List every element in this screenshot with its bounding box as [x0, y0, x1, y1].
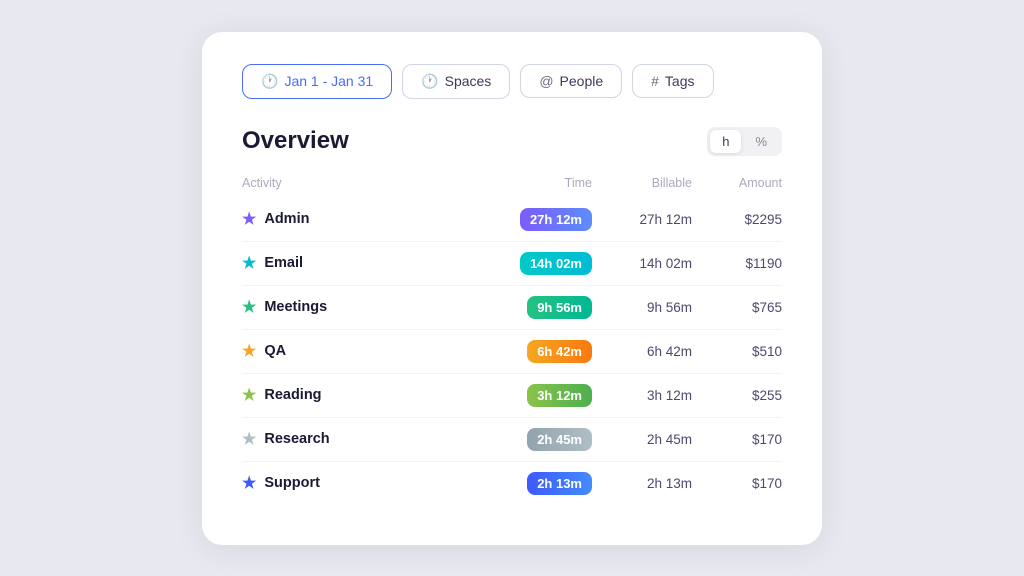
time-badge: 27h 12m: [520, 208, 592, 231]
time-badge-cell: 9h 56m: [472, 296, 592, 319]
star-icon: ★: [242, 385, 256, 405]
billable-cell: 27h 12m: [592, 212, 692, 227]
activity-cell: ★ Support: [242, 473, 472, 493]
table-row: ★ Reading 3h 12m 3h 12m $255: [242, 374, 782, 418]
billable-cell: 14h 02m: [592, 256, 692, 271]
table-row: ★ QA 6h 42m 6h 42m $510: [242, 330, 782, 374]
time-badge: 14h 02m: [520, 252, 592, 275]
star-icon: ★: [242, 209, 256, 229]
time-badge-cell: 3h 12m: [472, 384, 592, 407]
table-row: ★ Research 2h 45m 2h 45m $170: [242, 418, 782, 462]
activity-name: Research: [264, 431, 329, 447]
amount-cell: $765: [692, 300, 782, 315]
activity-name: QA: [264, 343, 286, 359]
billable-cell: 6h 42m: [592, 344, 692, 359]
filter-tags-button[interactable]: # Tags: [632, 64, 713, 98]
table-row: ★ Admin 27h 12m 27h 12m $2295: [242, 198, 782, 242]
time-badge-cell: 2h 13m: [472, 472, 592, 495]
col-billable: Billable: [592, 176, 692, 190]
table-row: ★ Email 14h 02m 14h 02m $1190: [242, 242, 782, 286]
activity-cell: ★ QA: [242, 341, 472, 361]
amount-cell: $170: [692, 432, 782, 447]
time-badge: 2h 13m: [527, 472, 592, 495]
amount-cell: $1190: [692, 256, 782, 271]
amount-cell: $255: [692, 388, 782, 403]
hash-icon: #: [651, 73, 659, 89]
billable-cell: 3h 12m: [592, 388, 692, 403]
filter-tags-label: Tags: [665, 73, 695, 89]
toggle-hours-button[interactable]: h: [710, 130, 741, 153]
table-row: ★ Meetings 9h 56m 9h 56m $765: [242, 286, 782, 330]
star-icon: ★: [242, 429, 256, 449]
filter-spaces-label: Spaces: [445, 73, 492, 89]
time-badge-cell: 14h 02m: [472, 252, 592, 275]
activity-name: Email: [264, 255, 303, 271]
spaces-icon: 🕐: [421, 73, 438, 90]
table-body: ★ Admin 27h 12m 27h 12m $2295 ★ Email 14…: [242, 198, 782, 505]
table-header: Activity Time Billable Amount: [242, 176, 782, 198]
activity-name: Admin: [264, 211, 309, 227]
time-badge: 2h 45m: [527, 428, 592, 451]
amount-cell: $2295: [692, 212, 782, 227]
time-badge-cell: 6h 42m: [472, 340, 592, 363]
toggle-group: h %: [707, 127, 782, 156]
filter-people-button[interactable]: @ People: [520, 64, 622, 98]
filter-people-label: People: [560, 73, 604, 89]
overview-table: Activity Time Billable Amount ★ Admin 27…: [242, 176, 782, 505]
at-icon: @: [539, 73, 553, 89]
activity-cell: ★ Reading: [242, 385, 472, 405]
filter-date-button[interactable]: 🕐 Jan 1 - Jan 31: [242, 64, 392, 99]
time-badge: 6h 42m: [527, 340, 592, 363]
table-row: ★ Support 2h 13m 2h 13m $170: [242, 462, 782, 505]
amount-cell: $170: [692, 476, 782, 491]
billable-cell: 2h 45m: [592, 432, 692, 447]
star-icon: ★: [242, 297, 256, 317]
overview-header: Overview h %: [242, 127, 782, 156]
activity-name: Support: [264, 475, 320, 491]
toggle-percent-button[interactable]: %: [743, 130, 779, 153]
filter-spaces-button[interactable]: 🕐 Spaces: [402, 64, 510, 99]
billable-cell: 9h 56m: [592, 300, 692, 315]
billable-cell: 2h 13m: [592, 476, 692, 491]
activity-cell: ★ Research: [242, 429, 472, 449]
overview-title: Overview: [242, 127, 349, 155]
star-icon: ★: [242, 253, 256, 273]
col-time: Time: [472, 176, 592, 190]
activity-cell: ★ Email: [242, 253, 472, 273]
col-amount: Amount: [692, 176, 782, 190]
activity-name: Reading: [264, 387, 321, 403]
time-badge: 9h 56m: [527, 296, 592, 319]
activity-cell: ★ Meetings: [242, 297, 472, 317]
time-badge-cell: 27h 12m: [472, 208, 592, 231]
filter-bar: 🕐 Jan 1 - Jan 31 🕐 Spaces @ People # Tag…: [242, 64, 782, 99]
star-icon: ★: [242, 473, 256, 493]
filter-date-label: Jan 1 - Jan 31: [284, 73, 373, 89]
clock-icon: 🕐: [261, 73, 278, 90]
time-badge-cell: 2h 45m: [472, 428, 592, 451]
time-badge: 3h 12m: [527, 384, 592, 407]
star-icon: ★: [242, 341, 256, 361]
activity-name: Meetings: [264, 299, 327, 315]
activity-cell: ★ Admin: [242, 209, 472, 229]
col-activity: Activity: [242, 176, 472, 190]
main-card: 🕐 Jan 1 - Jan 31 🕐 Spaces @ People # Tag…: [202, 32, 822, 545]
amount-cell: $510: [692, 344, 782, 359]
